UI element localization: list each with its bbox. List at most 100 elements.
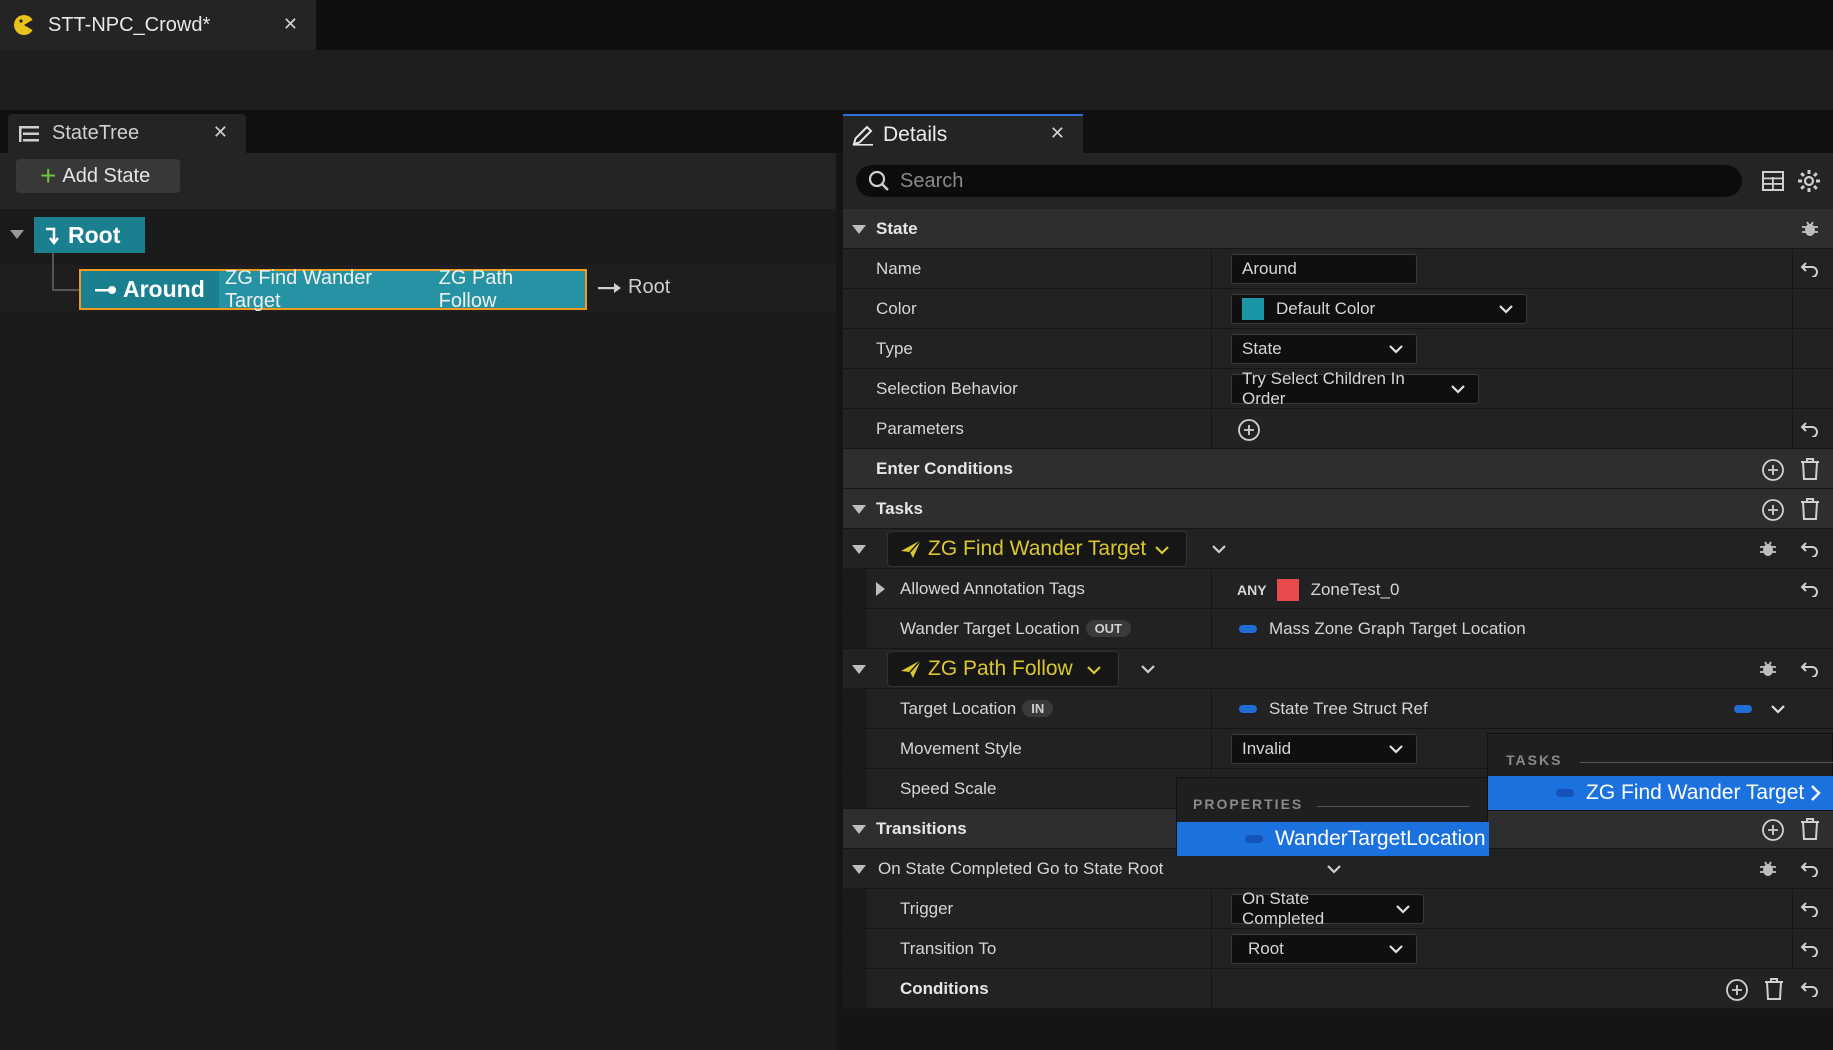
category-enter-conditions[interactable]: Enter Conditions (843, 449, 1833, 489)
binding-properties-menu: PROPERTIES WanderTargetLocation (1176, 777, 1489, 856)
bind-button-pill-icon[interactable] (1734, 705, 1752, 713)
column-divider[interactable] (1211, 289, 1212, 328)
column-divider[interactable] (1211, 329, 1212, 368)
details-tab-close-icon[interactable]: ✕ (1050, 123, 1065, 144)
details-tab-label: Details (883, 122, 948, 146)
row-indent (843, 929, 867, 968)
bind-dropdown-chevron-icon[interactable] (1770, 701, 1786, 717)
settings-gear-icon[interactable] (1797, 169, 1821, 193)
collapse-arrow-icon[interactable] (852, 665, 866, 674)
column-divider[interactable] (1211, 689, 1212, 728)
menu-section-heading: PROPERTIES (1193, 796, 1304, 812)
reset-to-default-icon[interactable] (1800, 661, 1820, 677)
collapse-arrow-icon[interactable] (852, 505, 866, 514)
category-tasks[interactable]: Tasks (843, 489, 1833, 529)
reset-to-default-icon[interactable] (1800, 941, 1820, 957)
details-tab[interactable]: Details ✕ (843, 114, 1083, 153)
debug-bug-icon[interactable] (1800, 219, 1820, 239)
type-combo[interactable]: State (1231, 334, 1417, 364)
name-field-value: Around (1242, 259, 1297, 278)
column-divider[interactable] (1211, 889, 1212, 928)
chevron-down-icon (1086, 662, 1102, 678)
property-row-color: Color Default Color (843, 289, 1833, 329)
property-label: Transition To (900, 938, 997, 958)
add-parameter-plus-icon[interactable] (1237, 418, 1261, 442)
reset-to-default-icon[interactable] (1800, 901, 1820, 917)
reset-to-default-icon[interactable] (1800, 581, 1820, 597)
column-divider[interactable] (1211, 929, 1212, 968)
add-plus-icon[interactable] (1761, 458, 1785, 482)
property-row-type: Type State (843, 329, 1833, 369)
column-divider[interactable] (1211, 409, 1212, 448)
property-label-text: Wander Target Location (900, 618, 1080, 638)
reset-to-default-icon[interactable] (1800, 261, 1820, 277)
column-divider[interactable] (1211, 249, 1212, 288)
column-divider (1792, 249, 1793, 288)
pencil-icon (851, 123, 875, 147)
property-label: Trigger (900, 898, 954, 918)
debug-bug-icon[interactable] (1758, 659, 1778, 679)
column-divider[interactable] (1211, 729, 1212, 768)
column-divider[interactable] (1211, 369, 1212, 408)
reset-to-default-icon[interactable] (1800, 541, 1820, 557)
allowed-tags-value[interactable]: ANY ZoneTest_0 (1237, 579, 1399, 601)
collapse-arrow-icon[interactable] (852, 865, 866, 874)
menu-item-zg-find-wander-target[interactable]: ZG Find Wander Target (1488, 776, 1833, 810)
add-plus-icon[interactable] (1761, 818, 1785, 842)
expand-arrow-icon[interactable] (876, 582, 885, 596)
state-node-around[interactable]: Around ZG Find Wander Target ZG Path Fol… (79, 267, 587, 312)
submenu-arrow-icon (1810, 784, 1822, 802)
collapse-arrow-icon[interactable] (852, 225, 866, 234)
selection-behavior-combo[interactable]: Try Select Children In Order (1231, 369, 1479, 408)
name-field[interactable]: Around (1231, 254, 1417, 284)
chevron-down-icon[interactable] (1211, 541, 1227, 557)
tree-connector-line (52, 289, 79, 291)
add-plus-icon[interactable] (1725, 978, 1749, 1002)
root-expand-arrow-icon[interactable] (10, 230, 24, 239)
chevron-down-icon[interactable] (1140, 661, 1156, 677)
column-divider[interactable] (1211, 569, 1212, 608)
menu-item-wander-target-location[interactable]: WanderTargetLocation (1177, 822, 1489, 856)
column-divider[interactable] (1211, 609, 1212, 648)
details-search-box[interactable] (856, 165, 1742, 197)
collapse-arrow-icon[interactable] (852, 545, 866, 554)
search-input[interactable] (900, 169, 1700, 193)
state-node-root[interactable]: Root (34, 217, 145, 253)
row-indent (843, 769, 867, 808)
chevron-down-icon[interactable] (1326, 861, 1342, 877)
movement-style-combo[interactable]: Invalid (1231, 734, 1417, 764)
reset-to-default-icon[interactable] (1800, 421, 1820, 437)
property-label: Allowed Annotation Tags (900, 578, 1085, 598)
document-tab-close-icon[interactable]: ✕ (283, 14, 298, 35)
add-state-button[interactable]: + Add State (16, 159, 180, 193)
reset-to-default-icon[interactable] (1800, 981, 1820, 997)
task-type-combo-path-follow[interactable]: ZG Path Follow (887, 651, 1119, 687)
property-label: Type (876, 338, 913, 358)
statetree-tab-close-icon[interactable]: ✕ (213, 122, 228, 143)
reset-to-default-icon[interactable] (1800, 861, 1820, 877)
trash-icon[interactable] (1799, 497, 1821, 521)
row-indent (843, 969, 867, 1008)
category-label: Tasks (876, 498, 923, 518)
table-view-icon[interactable] (1762, 171, 1784, 191)
binding-pill-icon (1239, 625, 1257, 633)
trash-icon[interactable] (1799, 817, 1821, 841)
task-type-combo-find-wander-target[interactable]: ZG Find Wander Target (887, 531, 1187, 567)
debug-bug-icon[interactable] (1758, 859, 1778, 879)
binding-value: Mass Zone Graph Target Location (1269, 619, 1526, 638)
binding-tasks-menu: TASKS ZG Find Wander Target (1487, 733, 1833, 811)
color-combo[interactable]: Default Color (1231, 294, 1527, 324)
property-row-parameters: Parameters (843, 409, 1833, 449)
add-plus-icon[interactable] (1761, 498, 1785, 522)
trash-icon[interactable] (1799, 457, 1821, 481)
collapse-arrow-icon[interactable] (852, 825, 866, 834)
column-divider[interactable] (1211, 969, 1212, 1008)
debug-bug-icon[interactable] (1758, 539, 1778, 559)
category-state[interactable]: State (843, 209, 1833, 249)
trigger-combo[interactable]: On State Completed (1231, 889, 1424, 928)
statetree-view[interactable] (0, 209, 836, 1050)
trash-icon[interactable] (1763, 977, 1785, 1001)
transition-to-combo[interactable]: Root (1231, 934, 1417, 964)
statetree-tab[interactable]: StateTree ✕ (8, 114, 246, 153)
document-tab[interactable]: STT-NPC_Crowd* ✕ (0, 0, 316, 50)
